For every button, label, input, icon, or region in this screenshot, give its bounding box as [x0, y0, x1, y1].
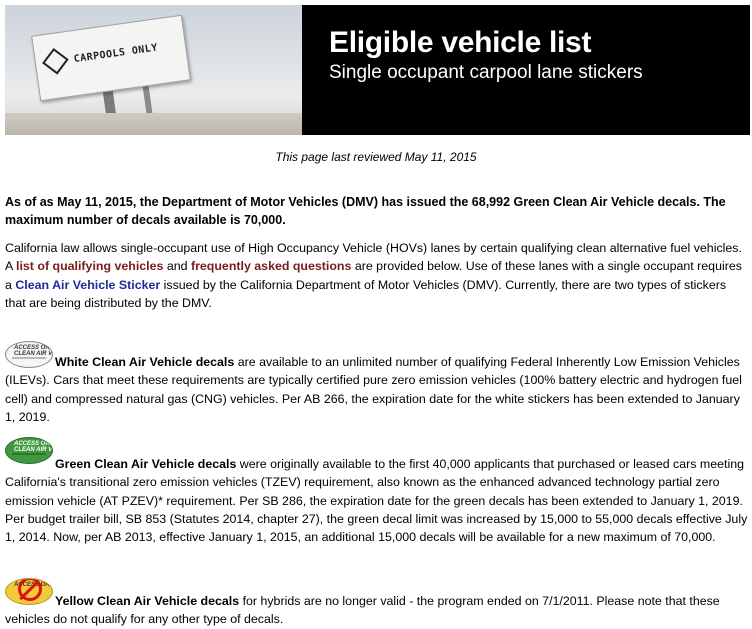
diamond-icon [42, 47, 69, 75]
banner-title-box: Eligible vehicle list Single occupant ca… [302, 5, 750, 135]
yellow-decal-paragraph: Yellow Clean Air Vehicle decals for hybr… [5, 592, 748, 629]
carpool-billboard-photo: CARPOOLS ONLY [5, 5, 302, 135]
carpool-billboard: CARPOOLS ONLY [31, 14, 191, 102]
faq-link[interactable]: frequently asked questions [191, 259, 351, 273]
billboard-text: CARPOOLS ONLY [73, 42, 159, 66]
intro-text-2: and [163, 259, 191, 274]
decals-issued-notice: As of as May 11, 2015, the Department of… [5, 195, 726, 228]
page-subtitle: Single occupant carpool lane stickers [329, 62, 643, 83]
yellow-decal-heading: Yellow Clean Air Vehicle decals [55, 594, 240, 608]
page-title: Eligible vehicle list [329, 26, 592, 59]
green-decal-heading: Green Clean Air Vehicle decals [55, 457, 237, 471]
qualifying-vehicles-link[interactable]: list of qualifying vehicles [16, 259, 163, 273]
green-decal-paragraph: Green Clean Air Vehicle decals were orig… [5, 455, 748, 546]
last-reviewed-note: This page last reviewed May 11, 2015 [275, 150, 477, 164]
intro-paragraph: California law allows single-occupant us… [5, 239, 748, 312]
white-decal-paragraph: White Clean Air Vehicle decals are avail… [5, 353, 748, 426]
page-banner: CARPOOLS ONLY Eligible vehicle list Sing… [5, 5, 750, 135]
clean-air-sticker-link[interactable]: Clean Air Vehicle Sticker [15, 278, 160, 292]
white-decal-heading: White Clean Air Vehicle decals [55, 355, 235, 369]
